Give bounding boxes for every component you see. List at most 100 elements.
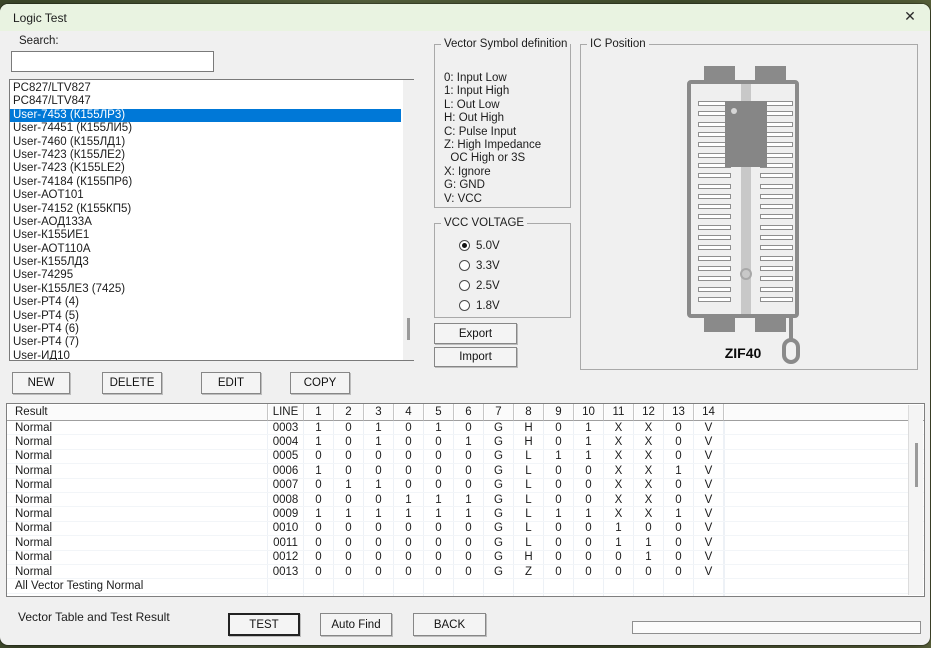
zif40-label: ZIF40 [687, 345, 799, 361]
test-button[interactable]: TEST [228, 613, 300, 636]
list-item[interactable]: PC827/LTV827 [10, 82, 401, 95]
value-cell: 0 [364, 450, 394, 463]
value-cell: 0 [334, 421, 364, 434]
value-cell: V [694, 421, 724, 434]
list-item[interactable]: User-7460 (К155ЛД1) [10, 136, 401, 149]
value-cell: 0 [664, 536, 694, 549]
line-cell: 0012 [268, 551, 304, 564]
value-cell [514, 579, 544, 592]
list-item[interactable]: User-РТ4 (4) [10, 296, 401, 309]
list-item[interactable]: User-РТ4 (7) [10, 336, 401, 349]
value-cell: G [484, 536, 514, 549]
list-item[interactable]: User-АОТ101 [10, 189, 401, 202]
table-row[interactable]: Normal0011000000GL00110V [7, 536, 924, 550]
table-row[interactable]: Normal0004101001GH01XX0V [7, 435, 924, 449]
header-cell: 11 [604, 404, 634, 421]
value-cell: 1 [304, 435, 334, 448]
value-cell: 1 [574, 435, 604, 448]
edit-button[interactable]: EDIT [201, 372, 261, 394]
search-input[interactable] [11, 51, 214, 72]
vcc-option[interactable]: 1.8V [459, 299, 500, 312]
value-cell: 0 [604, 565, 634, 578]
result-cell: Normal [7, 493, 268, 506]
value-cell [424, 594, 454, 597]
list-item[interactable]: User-АОТ110А [10, 243, 401, 256]
table-row[interactable]: Normal0010000000GL00100V [7, 522, 924, 536]
list-item[interactable]: User-7423 (К155ЛЕ2) [10, 149, 401, 162]
table-scrollbar[interactable] [908, 405, 923, 595]
value-cell: 0 [424, 565, 454, 578]
list-item[interactable]: User-74295 [10, 269, 401, 282]
value-cell: X [604, 435, 634, 448]
header-cell: 12 [634, 404, 664, 421]
header-cell: 5 [424, 404, 454, 421]
summary-row[interactable]: All Vector Testing Normal [7, 579, 924, 593]
socket-slot [698, 225, 731, 230]
list-item[interactable]: User-К155ЛЕ3 (7425) [10, 283, 401, 296]
value-cell [544, 579, 574, 592]
result-cell: Normal [7, 464, 268, 477]
line-cell: 0013 [268, 565, 304, 578]
close-icon[interactable]: ✕ [901, 7, 919, 25]
line-cell: 0006 [268, 464, 304, 477]
value-cell [394, 579, 424, 592]
scrollbar-thumb[interactable] [407, 318, 410, 340]
new-button[interactable]: NEW [12, 372, 70, 394]
value-cell: H [514, 551, 544, 564]
value-cell: 1 [454, 493, 484, 506]
value-cell: 0 [454, 479, 484, 492]
list-item[interactable]: User-РТ4 (5) [10, 310, 401, 323]
table-row[interactable]: Normal0008000111GL00XX0V [7, 493, 924, 507]
list-item[interactable]: User-74184 (К155ПР6) [10, 176, 401, 189]
radio-label: 1.8V [476, 300, 500, 312]
list-item[interactable]: User-К155ЛД3 [10, 256, 401, 269]
list-item[interactable]: User-К155ИЕ1 [10, 229, 401, 242]
list-item[interactable]: User-АОД133А [10, 216, 401, 229]
copy-button[interactable]: COPY [290, 372, 350, 394]
title-bar[interactable]: Logic Test [0, 4, 930, 31]
value-cell: L [514, 450, 544, 463]
import-button[interactable]: Import [434, 347, 517, 367]
table-row[interactable]: Normal0006100000GL00XX1V [7, 464, 924, 478]
chip-list[interactable]: PC827/LTV827PC847/LTV847User-7453 (К155Л… [9, 79, 414, 361]
value-cell: X [604, 507, 634, 520]
delete-button[interactable]: DELETE [102, 372, 162, 394]
value-cell: 0 [394, 565, 424, 578]
table-row[interactable]: Normal0003101010GH01XX0V [7, 421, 924, 435]
back-button[interactable]: BACK [413, 613, 486, 636]
empty-row[interactable] [7, 594, 924, 597]
socket-slot [760, 184, 793, 189]
table-row[interactable]: Normal0009111111GL11XX1V [7, 507, 924, 521]
table-row[interactable]: Normal0012000000GH00010V [7, 551, 924, 565]
value-cell: 0 [574, 551, 604, 564]
vcc-option[interactable]: 5.0V [459, 239, 500, 252]
list-item[interactable]: User-7423 (K155LE2) [10, 162, 401, 175]
auto-find-button[interactable]: Auto Find [320, 613, 392, 636]
scrollbar-thumb[interactable] [915, 443, 918, 487]
footer-caption: Vector Table and Test Result [18, 610, 170, 624]
list-item[interactable]: User-74451 (К155ЛИ5) [10, 122, 401, 135]
table-body: Normal0003101010GH01XX0VNormal0004101001… [7, 421, 924, 597]
list-item[interactable]: User-РТ4 (6) [10, 323, 401, 336]
socket-slot [760, 287, 793, 292]
chip-list-scrollbar[interactable] [403, 80, 414, 360]
list-item[interactable]: PC847/LTV847 [10, 95, 401, 108]
value-cell: 0 [454, 421, 484, 434]
vcc-option[interactable]: 2.5V [459, 279, 500, 292]
line-cell: 0009 [268, 507, 304, 520]
list-item[interactable]: User-7453 (К155ЛР3) [10, 109, 401, 122]
table-row[interactable]: Normal0007011000GL00XX0V [7, 479, 924, 493]
list-item[interactable]: User-ИД10 [10, 350, 401, 361]
filler-cell [724, 579, 725, 592]
table-row[interactable]: Normal0005000000GL11XX0V [7, 450, 924, 464]
vcc-option[interactable]: 3.3V [459, 259, 500, 272]
export-button[interactable]: Export [434, 323, 517, 344]
value-cell: V [694, 551, 724, 564]
value-cell: 1 [454, 507, 484, 520]
socket-slot [698, 287, 731, 292]
list-item[interactable]: User-74152 (К155КП5) [10, 203, 401, 216]
socket-slot [698, 173, 731, 178]
value-cell: 0 [574, 479, 604, 492]
value-cell [634, 579, 664, 592]
table-row[interactable]: Normal0013000000GZ00000V [7, 565, 924, 579]
